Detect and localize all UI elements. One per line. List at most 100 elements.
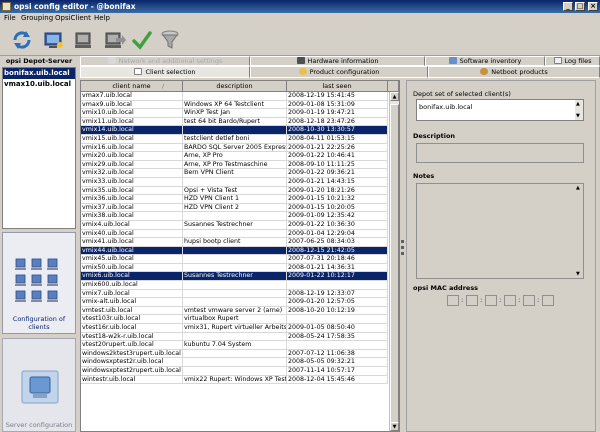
- tab-netboot-products[interactable]: Netboot products: [428, 66, 600, 78]
- table-row[interactable]: vmix32.uib.local Bern VPN Client 2009-01-2…: [81, 169, 388, 178]
- scroll-thumb[interactable]: [390, 104, 399, 424]
- client-name-cell: vmix15.uib.local: [81, 134, 183, 143]
- table-row[interactable]: windowsxptest2rupert.uib.local 2007-11-14…: [81, 367, 388, 376]
- table-row[interactable]: vtest16r.uib.local vmix31, Rupert virtuel…: [81, 324, 388, 333]
- last-seen-cell: 2009-01-21 22:25:26: [287, 143, 388, 152]
- mac-segment[interactable]: [504, 295, 516, 306]
- menu-opsiclient[interactable]: OpsiClient: [55, 14, 91, 22]
- tab-product-configuration[interactable]: Product configuration: [250, 66, 428, 78]
- scroll-up-icon[interactable]: ▲: [576, 185, 580, 191]
- table-row[interactable]: vmix11.uib.local test 64 bit Bardo/Rupert…: [81, 117, 388, 127]
- notes-scrollbar[interactable]: ▲ ▼: [575, 184, 583, 278]
- send-to-client-button[interactable]: [102, 28, 126, 52]
- table-row[interactable]: vmix36.uib.local HZD VPN Client 1 2009-01-…: [81, 195, 388, 204]
- last-seen-cell: 2009-01-05 08:50:40: [287, 324, 388, 332]
- table-row[interactable]: windows2ktest3rupert.uib.local 2007-07-12…: [81, 349, 388, 359]
- configuration-of-clients-button[interactable]: Configuration of clients: [2, 232, 76, 334]
- table-row[interactable]: vmtest.uib.local vmtest vmware server 2 (…: [81, 306, 388, 316]
- table-row[interactable]: vmix4.uib.local Susannes Testrechner 2009-…: [81, 220, 388, 230]
- mac-segment[interactable]: [485, 295, 497, 306]
- minimize-button[interactable]: _: [563, 2, 573, 11]
- mac-segment[interactable]: [447, 295, 459, 306]
- table-row[interactable]: vmix44.uib.local 2008-12-15 21:42:05: [81, 246, 388, 256]
- mac-segment[interactable]: [542, 295, 554, 306]
- tab-hardware-information[interactable]: Hardware information: [250, 56, 425, 66]
- column-header-client-name[interactable]: client name /: [81, 81, 183, 92]
- tab-network-and-additional-settings[interactable]: Network and additional settings: [80, 56, 250, 66]
- table-row[interactable]: vmix38.uib.local 2009-01-09 12:35:42: [81, 212, 388, 221]
- description-field[interactable]: [416, 143, 584, 163]
- client-name-cell: vmix7.uib.local: [81, 289, 183, 298]
- mac-segment[interactable]: [523, 295, 535, 306]
- client-name-cell: windows2ktest3rupert.uib.local: [81, 349, 183, 358]
- tab-client-selection[interactable]: Client selection: [80, 66, 250, 78]
- grip-dot: [401, 246, 404, 249]
- description-cell: [183, 289, 287, 298]
- depot-item[interactable]: vmax10.uib.local: [3, 79, 75, 90]
- table-row[interactable]: windowsxptest2r.uib.local 2008-05-05 09:3…: [81, 358, 388, 367]
- table-row[interactable]: vmix37.uib.local HZD VPN Client 2 2009-01-…: [81, 203, 388, 213]
- table-row[interactable]: vmix15.uib.local testclient detlef boni 20…: [81, 134, 388, 144]
- table-row[interactable]: vmix35.uib.local Opsi + Vista Test 2009-01…: [81, 186, 388, 196]
- depot-item[interactable]: bonifax.uib.local: [3, 68, 75, 79]
- client-name-cell: vtest103r.uib.local: [81, 315, 183, 324]
- table-vertical-scrollbar[interactable]: ▲ ▼: [389, 92, 399, 431]
- menu-help[interactable]: Help: [94, 14, 110, 22]
- save-button[interactable]: [130, 28, 154, 52]
- table-row[interactable]: vmix40.uib.local 2009-01-04 12:29:04: [81, 229, 388, 239]
- maximize-button[interactable]: □: [575, 2, 585, 11]
- table-row[interactable]: vmix600.uib.local: [81, 281, 388, 290]
- table-row[interactable]: vtest18-w2k-r.uib.local 2008-05-24 17:58:…: [81, 332, 388, 342]
- client-name-cell: vmax9.uib.local: [81, 100, 183, 109]
- filter-button[interactable]: [158, 28, 182, 52]
- reload-button[interactable]: [10, 28, 34, 52]
- table-row[interactable]: vtest103r.uib.local virtualbox Rupert: [81, 315, 388, 325]
- scroll-up-icon[interactable]: ▲: [576, 101, 580, 107]
- client-name-cell: vmix38.uib.local: [81, 212, 183, 220]
- table-row[interactable]: vmix20.uib.local Arne, XP Pro 2009-01-22 1…: [81, 152, 388, 161]
- server-configuration-button[interactable]: Server configuration: [2, 338, 76, 432]
- menu-grouping[interactable]: Grouping: [21, 14, 53, 22]
- scroll-up-icon[interactable]: ▲: [390, 92, 399, 101]
- description-cell: BARDO SQL Server 2005 Express: [184, 143, 287, 152]
- delete-client-button[interactable]: [72, 28, 96, 52]
- table-row[interactable]: vmix-alt.uib.local 2009-01-20 12:57:05: [81, 298, 388, 307]
- client-name-cell: vmtest.uib.local: [81, 306, 183, 315]
- depot-list[interactable]: bonifax.uib.local vmax10.uib.local: [2, 67, 76, 229]
- table-row[interactable]: vmix14.uib.local 2008-10-30 13:30:57: [81, 126, 388, 135]
- table-row[interactable]: vmax9.uib.local Windows XP 64 Testclient 2…: [81, 100, 388, 110]
- table-row[interactable]: wintestr.uib.local vmix22 Rupert: Windows…: [81, 375, 388, 385]
- table-row[interactable]: vmix50.uib.local 2008-01-21 14:36:31: [81, 263, 388, 273]
- depot-set-scrollbar[interactable]: ▲ ▼: [575, 100, 583, 120]
- client-selection-icon: [134, 68, 143, 75]
- table-row[interactable]: vmix29.uib.local Arne, XP Pro Testmaschin…: [81, 160, 388, 170]
- client-name-cell: windowsxptest2rupert.uib.local: [81, 367, 183, 375]
- last-seen-cell: 2007-11-14 10:57:17: [287, 367, 388, 375]
- close-button[interactable]: ×: [588, 2, 598, 11]
- scroll-down-icon[interactable]: ▼: [576, 271, 580, 277]
- hardware-icon: [296, 57, 305, 64]
- table-row[interactable]: vmix6.uib.local Susannes Testrechner 2009-…: [81, 272, 388, 282]
- table-row[interactable]: vmix33.uib.local 2009-01-21 14:43:15: [81, 177, 388, 187]
- table-row[interactable]: vmix7.uib.local 2008-12-19 12:33:07: [81, 289, 388, 299]
- depot-set-field[interactable]: bonifax.uib.local ▲ ▼: [416, 99, 584, 121]
- description-cell: testclient detlef boni: [183, 134, 287, 143]
- menu-file[interactable]: File: [4, 14, 16, 22]
- table-row[interactable]: vtest20rupert.uib.local kubuntu 7.04 Syst…: [81, 341, 388, 350]
- table-row[interactable]: vmix45.uib.local 2007-07-31 20:18:46: [81, 255, 388, 264]
- table-row[interactable]: vmix41.uib.local hupsi bootp client 2007-0…: [81, 238, 388, 247]
- new-client-button[interactable]: [42, 28, 66, 52]
- table-header: client name / description last seen: [81, 81, 399, 92]
- mac-segment[interactable]: [466, 295, 478, 306]
- scroll-down-icon[interactable]: ▼: [390, 422, 399, 431]
- netboot-products-icon: [480, 68, 489, 75]
- tab-software-inventory[interactable]: Software inventory: [425, 56, 545, 66]
- notes-field[interactable]: ▲ ▼: [416, 183, 584, 279]
- table-row[interactable]: vmix10.uib.local WinXP Test Jan 2009-01-19…: [81, 109, 388, 118]
- scroll-down-icon[interactable]: ▼: [576, 113, 580, 119]
- column-header-last-seen[interactable]: last seen: [287, 81, 388, 92]
- table-row[interactable]: vmix16.uib.local BARDO SQL Server 2005 Ex…: [81, 143, 388, 153]
- table-row[interactable]: vmax7.uib.local 2008-12-19 15:41:45: [81, 92, 388, 101]
- column-header-description[interactable]: description: [183, 81, 287, 92]
- tab-log-files[interactable]: Log files: [545, 56, 600, 66]
